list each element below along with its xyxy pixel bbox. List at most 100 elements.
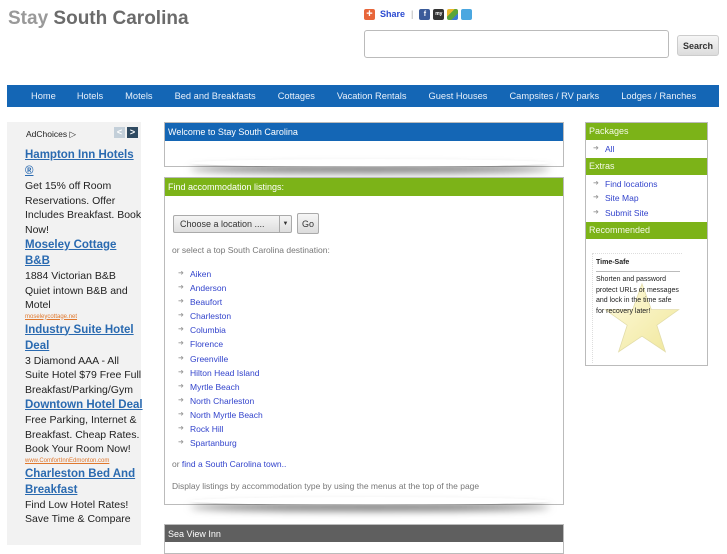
search-input[interactable] bbox=[364, 30, 669, 58]
location-select-value: Choose a location .... bbox=[180, 219, 265, 229]
extras-link-site-map[interactable]: Site Map bbox=[605, 191, 639, 205]
twitter-icon[interactable] bbox=[461, 8, 473, 20]
list-item: ➜ All bbox=[593, 142, 707, 156]
share-link[interactable]: Share bbox=[380, 9, 405, 19]
ad-title-link[interactable]: Downtown Hotel Deal bbox=[25, 397, 143, 413]
list-item: ➜ Beaufort bbox=[178, 295, 263, 309]
myspace-icon[interactable]: my bbox=[433, 8, 445, 20]
sea-view-panel: Sea View Inn bbox=[164, 524, 564, 554]
packages-heading: Packages bbox=[586, 123, 707, 140]
list-item: ➜ Florence bbox=[178, 337, 263, 351]
search-button[interactable]: Search bbox=[677, 35, 719, 56]
nav-campsites[interactable]: Campsites / RV parks bbox=[509, 91, 599, 101]
nav-home[interactable]: Home bbox=[31, 91, 56, 101]
arrow-icon: ➜ bbox=[178, 368, 184, 376]
site-title-light: Stay bbox=[8, 8, 49, 29]
arrow-icon: ➜ bbox=[178, 312, 184, 320]
ad-list: Hampton Inn Hotels ® Get 15% off Room Re… bbox=[25, 147, 143, 527]
ad-item: Industry Suite Hotel Deal 3 Diamond AAA … bbox=[25, 322, 143, 398]
nav-lodges[interactable]: Lodges / Ranches bbox=[621, 91, 696, 101]
destination-link[interactable]: Myrtle Beach bbox=[190, 380, 240, 394]
arrow-icon: ➜ bbox=[593, 194, 599, 202]
ad-url-link[interactable]: www.ComfortInnEdmonton.com bbox=[25, 457, 143, 466]
destination-list: ➜ Aiken ➜ Anderson ➜ Beaufort ➜ Charleston ➜… bbox=[178, 267, 263, 450]
find-town-line: or find a South Carolina town.. bbox=[172, 459, 286, 469]
adchoices-label[interactable]: AdChoices ▷ bbox=[26, 129, 76, 140]
destination-link[interactable]: Rock Hill bbox=[190, 422, 224, 436]
ad-item: Hampton Inn Hotels ® Get 15% off Room Re… bbox=[25, 147, 143, 237]
nav-guest-houses[interactable]: Guest Houses bbox=[429, 91, 488, 101]
extras-heading: Extras bbox=[586, 158, 707, 176]
extras-link-submit-site[interactable]: Submit Site bbox=[605, 206, 648, 220]
ad-prev-button[interactable]: < bbox=[114, 127, 125, 138]
arrow-icon: ➜ bbox=[178, 410, 184, 418]
facebook-icon[interactable]: f bbox=[419, 8, 431, 20]
ad-item: Moseley Cottage B&B 1884 Victorian B&B Q… bbox=[25, 237, 143, 322]
find-panel-title: Find accommodation listings: bbox=[165, 178, 563, 196]
destination-link[interactable]: Greenville bbox=[190, 352, 228, 366]
nav-cottages[interactable]: Cottages bbox=[278, 91, 315, 101]
ad-title-link[interactable]: Hampton Inn Hotels ® bbox=[25, 147, 143, 179]
destination-link[interactable]: Spartanburg bbox=[190, 436, 237, 450]
list-item: ➜ Aiken bbox=[178, 267, 263, 281]
find-town-link[interactable]: find a South Carolina town.. bbox=[182, 459, 286, 469]
destination-link[interactable]: North Charleston bbox=[190, 394, 254, 408]
site-title[interactable]: Stay South Carolina bbox=[8, 8, 189, 30]
destination-link[interactable]: Hilton Head Island bbox=[190, 366, 259, 380]
arrow-icon: ➜ bbox=[178, 425, 184, 433]
list-item: ➜ North Charleston bbox=[178, 394, 263, 408]
find-accommodation-panel: Find accommodation listings: Choose a lo… bbox=[164, 177, 564, 505]
google-icon[interactable] bbox=[447, 8, 459, 20]
list-item: ➜ Spartanburg bbox=[178, 436, 263, 450]
list-item: ➜ Columbia bbox=[178, 323, 263, 337]
ad-title-link[interactable]: Industry Suite Hotel Deal bbox=[25, 322, 143, 354]
share-separator: | bbox=[411, 9, 414, 19]
display-listings-text: Display listings by accommodation type b… bbox=[172, 481, 480, 491]
list-item: ➜ Hilton Head Island bbox=[178, 366, 263, 380]
select-destination-text: or select a top South Carolina destinati… bbox=[172, 245, 330, 255]
arrow-icon: ➜ bbox=[178, 439, 184, 447]
nav-vacation-rentals[interactable]: Vacation Rentals bbox=[337, 91, 407, 101]
destination-link[interactable]: North Myrtle Beach bbox=[190, 408, 263, 422]
extras-list: ➜ Find locations ➜ Site Map ➜ Submit Site bbox=[586, 175, 707, 222]
list-item: ➜ Anderson bbox=[178, 281, 263, 295]
list-item: ➜ Rock Hill bbox=[178, 422, 263, 436]
ad-title-link[interactable]: Moseley Cottage B&B bbox=[25, 237, 143, 269]
nav-bed-and-breakfasts[interactable]: Bed and Breakfasts bbox=[175, 91, 256, 101]
destination-link[interactable]: Beaufort bbox=[190, 295, 222, 309]
arrow-icon: ➜ bbox=[178, 396, 184, 404]
welcome-panel-title: Welcome to Stay South Carolina bbox=[165, 123, 563, 141]
chevron-down-icon[interactable]: ▼ bbox=[279, 216, 291, 232]
arrow-icon: ➜ bbox=[178, 354, 184, 362]
location-select[interactable]: Choose a location .... ▼ bbox=[173, 215, 292, 233]
list-item: ➜ North Myrtle Beach bbox=[178, 408, 263, 422]
sea-view-panel-title: Sea View Inn bbox=[165, 525, 563, 542]
ad-next-button[interactable]: > bbox=[127, 127, 138, 138]
destination-link[interactable]: Aiken bbox=[190, 267, 211, 281]
nav-hotels[interactable]: Hotels bbox=[77, 91, 103, 101]
destination-link[interactable]: Florence bbox=[190, 337, 223, 351]
list-item: ➜ Find locations bbox=[593, 177, 707, 191]
main-nav: Home Hotels Motels Bed and Breakfasts Co… bbox=[7, 85, 719, 107]
nav-motels[interactable]: Motels bbox=[125, 91, 152, 101]
list-item: ➜ Myrtle Beach bbox=[178, 380, 263, 394]
package-link-all[interactable]: All bbox=[605, 142, 614, 156]
extras-link-find-locations[interactable]: Find locations bbox=[605, 177, 657, 191]
panel-shadow bbox=[190, 159, 550, 167]
destination-link[interactable]: Columbia bbox=[190, 323, 226, 337]
ad-title-link[interactable]: Charleston Bed And Breakfast bbox=[25, 466, 143, 498]
go-button[interactable]: Go bbox=[297, 213, 319, 234]
destination-link[interactable]: Charleston bbox=[190, 309, 231, 323]
ad-item: Downtown Hotel Deal Free Parking, Intern… bbox=[25, 397, 143, 466]
destination-link[interactable]: Anderson bbox=[190, 281, 226, 295]
arrow-icon: ➜ bbox=[178, 298, 184, 306]
timesafe-ad[interactable]: Time-Safe Shorten and password protect U… bbox=[592, 253, 682, 363]
share-plus-icon[interactable]: + bbox=[364, 8, 375, 20]
ad-url-link[interactable]: moseleycottage.net bbox=[25, 313, 143, 322]
timesafe-divider bbox=[596, 271, 680, 272]
arrow-icon: ➜ bbox=[178, 270, 184, 277]
ad-body: 1884 Victorian B&B Quiet intown B&B and … bbox=[25, 270, 128, 311]
timesafe-text: Shorten and password protect URLs or mes… bbox=[596, 276, 679, 315]
share-bar: + Share | f my bbox=[364, 7, 473, 21]
arrow-icon: ➜ bbox=[178, 382, 184, 390]
